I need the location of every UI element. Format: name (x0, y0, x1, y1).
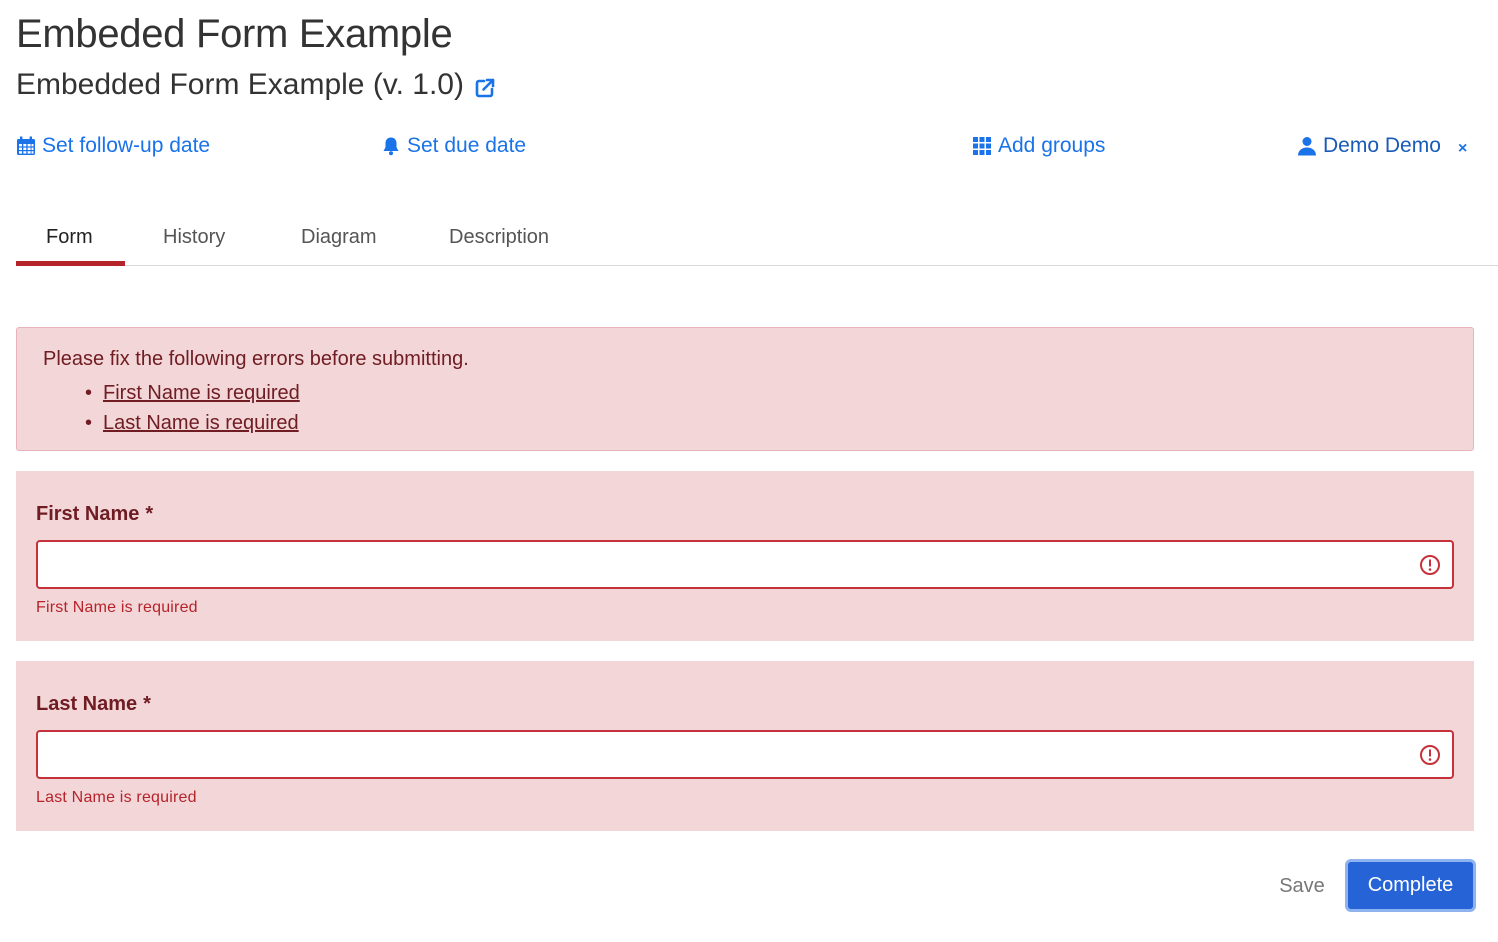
bell-icon (381, 136, 401, 156)
complete-button[interactable]: Complete (1345, 859, 1476, 912)
last-name-error: Last Name is required (36, 789, 197, 806)
process-name: Embedded Form Example (v. 1.0) (16, 68, 464, 101)
required-marker: * (145, 503, 154, 525)
error-list-item: Last Name is required (85, 408, 300, 438)
last-name-field-group: Last Name * Last Name is required (16, 661, 1474, 831)
first-name-error: First Name is required (36, 599, 198, 616)
first-name-field-group: First Name * First Name is required (16, 471, 1474, 641)
remove-assignee-icon[interactable]: × (1458, 141, 1467, 157)
process-row: Embedded Form Example (v. 1.0) (16, 68, 496, 102)
set-follow-up-date-link[interactable]: Set follow-up date (16, 134, 210, 158)
task-tabs: Form History Diagram Description (16, 210, 1498, 266)
task-title: Embeded Form Example (16, 12, 453, 56)
error-alert-icon (1419, 744, 1441, 766)
user-icon (1297, 136, 1317, 156)
error-summary-lead: Please fix the following errors before s… (43, 348, 469, 370)
grid-icon (972, 136, 992, 156)
first-name-input[interactable] (36, 540, 1454, 589)
set-follow-up-date-label: Set follow-up date (42, 134, 211, 157)
external-link-icon[interactable] (474, 77, 496, 99)
error-alert-icon (1419, 554, 1441, 576)
tab-diagram[interactable]: Diagram (301, 226, 377, 249)
last-name-label-text: Last Name (36, 693, 138, 715)
tab-form[interactable]: Form (46, 226, 93, 249)
first-name-label-text: First Name (36, 503, 140, 525)
error-list-item: First Name is required (85, 378, 300, 408)
set-due-date-link[interactable]: Set due date (381, 134, 526, 158)
first-name-label: First Name * (36, 503, 153, 526)
assignee-link[interactable]: Demo Demo (1297, 134, 1441, 158)
first-name-error-link[interactable]: First Name is required (103, 382, 300, 404)
calendar-icon (16, 136, 36, 156)
tab-description[interactable]: Description (449, 226, 549, 249)
add-groups-link[interactable]: Add groups (972, 134, 1105, 158)
add-groups-label: Add groups (998, 134, 1106, 157)
last-name-input[interactable] (36, 730, 1454, 779)
last-name-error-link[interactable]: Last Name is required (103, 412, 299, 434)
last-name-label: Last Name * (36, 693, 151, 716)
active-tab-indicator (16, 261, 125, 266)
error-summary: Please fix the following errors before s… (16, 327, 1474, 451)
tab-history[interactable]: History (163, 226, 225, 249)
set-due-date-label: Set due date (407, 134, 527, 157)
required-marker: * (143, 693, 151, 715)
save-button[interactable]: Save (1262, 866, 1342, 906)
assignee-name: Demo Demo (1323, 134, 1441, 157)
error-list: First Name is required Last Name is requ… (85, 378, 300, 438)
